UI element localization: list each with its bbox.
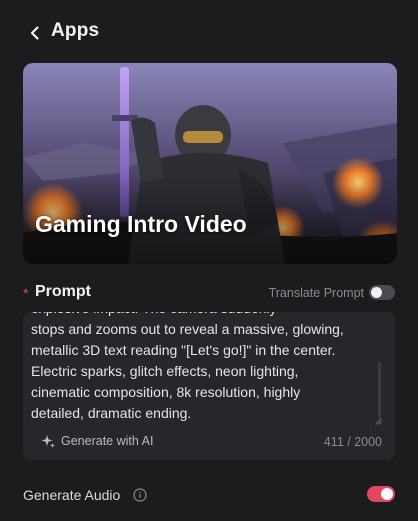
resize-handle-icon[interactable] [375, 418, 382, 425]
required-mark: * [23, 285, 29, 301]
translate-prompt-toggle[interactable] [369, 285, 395, 300]
toggle-knob [371, 287, 382, 298]
translate-prompt-label: Translate Prompt [268, 286, 364, 300]
generate-audio-row: Generate Audio [23, 485, 397, 507]
app-hero-image[interactable]: Gaming Intro Video [23, 63, 397, 264]
generate-audio-label: Generate Audio [23, 487, 121, 503]
sparkle-icon [41, 435, 55, 448]
prompt-text[interactable]: explosive impact. The camera suddenly st… [31, 312, 381, 424]
header: Apps [0, 0, 418, 64]
generate-audio-toggle[interactable] [367, 486, 395, 502]
character-count: 411 / 2000 [323, 435, 382, 449]
info-icon[interactable] [133, 488, 147, 502]
chevron-left-icon[interactable] [26, 24, 44, 42]
prompt-header: * Prompt Translate Prompt [23, 283, 397, 305]
prompt-scrollbar[interactable] [378, 362, 381, 418]
generate-with-ai-label: Generate with AI [61, 434, 154, 448]
hero-title: Gaming Intro Video [35, 211, 247, 237]
toggle-knob [381, 488, 393, 500]
prompt-textarea[interactable]: explosive impact. The camera suddenly st… [23, 312, 395, 460]
prompt-label: Prompt [35, 283, 91, 300]
page-title: Apps [51, 20, 100, 41]
